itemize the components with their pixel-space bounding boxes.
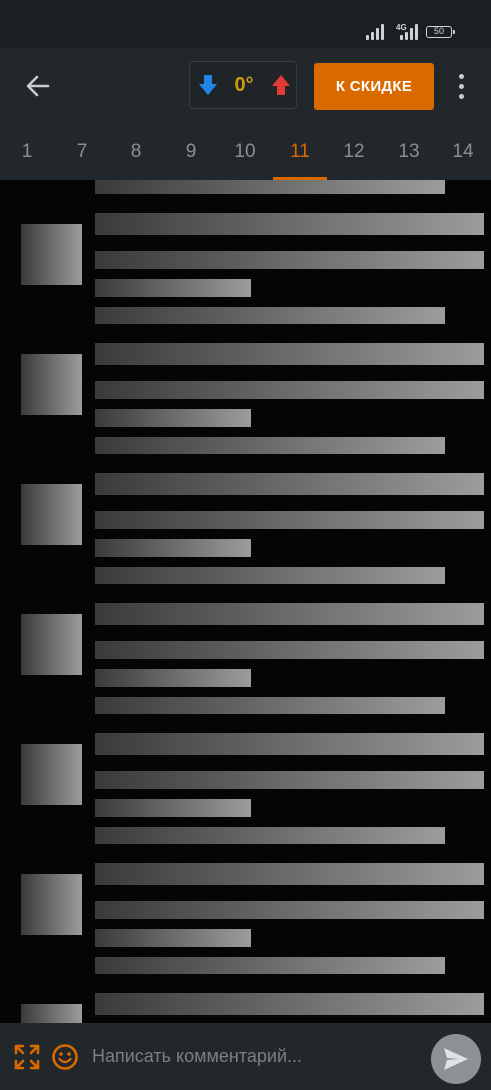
tab-page-active[interactable]: 11 [273, 124, 327, 180]
skeleton-text-line [95, 307, 445, 324]
skeleton-avatar [21, 614, 82, 675]
skeleton-text-line [95, 957, 445, 974]
page-tabs: 1 7 8 9 10 11 12 13 14 [0, 124, 491, 180]
skeleton-avatar [21, 744, 82, 805]
arrow-down-icon[interactable] [197, 73, 219, 97]
send-icon [444, 1048, 468, 1070]
skeleton-text-line-short [95, 799, 251, 817]
skeleton-avatar [21, 484, 82, 545]
tab-page[interactable]: 7 [55, 124, 109, 180]
tab-page[interactable]: 8 [109, 124, 163, 180]
signal-strength-icon [366, 24, 384, 40]
skeleton-text-line [95, 437, 445, 454]
skeleton-title-line [95, 213, 484, 235]
skeleton-text-line [95, 641, 484, 659]
comments-feed-skeleton [0, 180, 491, 1023]
expand-icon[interactable] [13, 1043, 41, 1071]
skeleton-text-line [95, 697, 445, 714]
to-discount-button[interactable]: К СКИДКЕ [314, 63, 434, 110]
emoji-icon[interactable] [51, 1043, 79, 1071]
tab-page[interactable]: 12 [327, 124, 381, 180]
skeleton-text-line [95, 827, 445, 844]
skeleton-line [95, 180, 445, 194]
skeleton-text-line-short [95, 539, 251, 557]
skeleton-text-line [95, 567, 445, 584]
skeleton-text-line-short [95, 929, 251, 947]
skeleton-title-line [95, 603, 484, 625]
top-toolbar: 0° К СКИДКЕ [0, 48, 491, 124]
skeleton-avatar [21, 874, 82, 935]
arrow-left-icon [26, 75, 50, 97]
comment-input[interactable]: Написать комментарий... [92, 1041, 412, 1071]
more-options-button[interactable] [447, 68, 475, 104]
battery-icon: 50 [426, 26, 455, 38]
tab-page[interactable]: 9 [164, 124, 218, 180]
status-bar: 4G 50 [0, 0, 491, 48]
skeleton-title-line [95, 473, 484, 495]
skeleton-text-line-short [95, 279, 251, 297]
signal-strength-icon-secondary [400, 24, 418, 40]
skeleton-title-line [95, 343, 484, 365]
skeleton-avatar [21, 1004, 82, 1023]
arrow-up-icon[interactable] [270, 73, 292, 97]
skeleton-text-line [95, 381, 484, 399]
skeleton-text-line [95, 901, 484, 919]
skeleton-text-line-short [95, 669, 251, 687]
skeleton-text-line [95, 251, 484, 269]
tab-page[interactable]: 1 [0, 124, 54, 180]
tab-page[interactable]: 14 [436, 124, 490, 180]
skeleton-title-line [95, 733, 484, 755]
tab-page[interactable]: 10 [218, 124, 272, 180]
comment-bar: Написать комментарий... [0, 1023, 491, 1090]
more-vertical-icon [458, 73, 464, 79]
back-button[interactable] [16, 64, 60, 108]
skeleton-title-line [95, 863, 484, 885]
skeleton-avatar [21, 354, 82, 415]
send-button[interactable] [431, 1034, 481, 1084]
skeleton-avatar [21, 224, 82, 285]
skeleton-text-line [95, 771, 484, 789]
rating-value: 0° [234, 74, 254, 96]
battery-level: 50 [433, 26, 444, 36]
skeleton-text-line-short [95, 409, 251, 427]
tab-page[interactable]: 13 [382, 124, 436, 180]
rating-widget: 0° [189, 61, 297, 109]
skeleton-title-line [95, 993, 484, 1015]
skeleton-text-line [95, 511, 484, 529]
